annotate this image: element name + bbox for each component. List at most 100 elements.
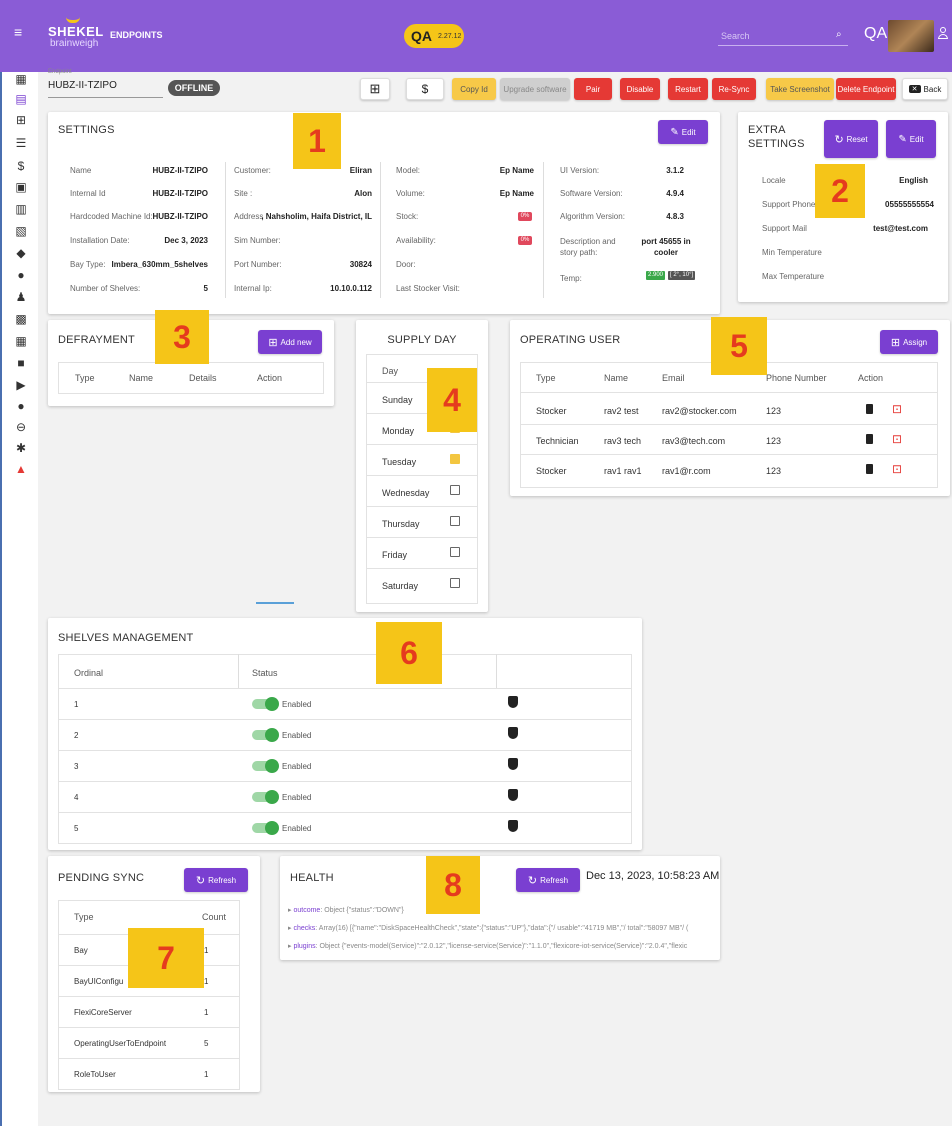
resync-button[interactable]: Re-Sync [712, 78, 756, 100]
description-value: port 45655 in cooler [641, 237, 691, 257]
menu-icon[interactable]: ≡ [14, 25, 28, 39]
disable-button[interactable]: Disable [620, 78, 660, 100]
annotation-6: 6 [376, 622, 442, 684]
model-value: Ep Name [499, 166, 534, 175]
pending-refresh-button[interactable]: ↻ Refresh [184, 868, 248, 892]
customer-value: Eliran [349, 166, 372, 175]
shelf-ordinal: 3 [74, 762, 79, 771]
add-new-button[interactable]: ⊞ Add new [258, 330, 322, 354]
dashboard-icon[interactable]: ▦ [11, 72, 31, 86]
refresh-icon: ↻ [195, 874, 206, 887]
operating-row-1-name: rav2 test [604, 406, 639, 416]
unlock-icon[interactable]: ⊡ [892, 432, 902, 446]
assign-icon: ⊞ [890, 336, 901, 349]
building-icon[interactable]: ▦ [11, 334, 31, 348]
avatar[interactable] [888, 20, 934, 52]
shield-icon[interactable] [508, 696, 518, 708]
health-card: HEALTH ↻ Refresh Dec 13, 2023, 10:58:23 A… [280, 856, 720, 960]
play-icon[interactable]: ▶ [11, 378, 31, 392]
min-temperature-label: Min Temperature [762, 248, 822, 257]
shelf-toggle[interactable] [252, 759, 279, 773]
list-icon[interactable]: ☰ [11, 136, 31, 150]
brand-logo[interactable]: SHEKEL brainweigh [48, 14, 108, 50]
pending-col-count: Count [202, 912, 227, 922]
defrayment-title: DEFRAYMENT [58, 334, 135, 346]
supply-tab-indicator [256, 602, 294, 604]
endpoint-field[interactable]: Endpoint HUBZ-II-TZIPO [48, 68, 163, 98]
shelf-toggle[interactable] [252, 728, 279, 742]
day-friday-label: Friday [382, 550, 408, 560]
back-button[interactable]: ✕ Back [902, 78, 948, 100]
shield-icon[interactable] [508, 758, 518, 770]
machine-id-label: Hardcoded Machine Id: [70, 212, 153, 221]
badge-icon[interactable]: ▩ [11, 312, 31, 326]
day-saturday-checkbox[interactable] [450, 578, 460, 588]
day-thursday-checkbox[interactable] [450, 516, 460, 526]
volume-label: Volume: [396, 189, 425, 198]
assign-button[interactable]: ⊞ Assign [880, 330, 938, 354]
shelf-ordinal: 5 [74, 824, 79, 833]
health-outcome-line[interactable]: ▸ outcome: Object {"status":"DOWN"} [288, 906, 712, 914]
bell-icon[interactable]: ▲ [11, 462, 31, 476]
brand-main: SHEKEL [48, 24, 104, 39]
upgrade-software-button[interactable]: Upgrade software [500, 78, 570, 100]
dollar-button[interactable]: $ [406, 78, 444, 100]
day-tuesday-checkbox[interactable] [450, 454, 460, 464]
gear-icon[interactable]: ✱ [11, 441, 31, 455]
shelf-toggle[interactable] [252, 821, 279, 835]
pair-button[interactable]: Pair [574, 78, 612, 100]
defrayment-col-type: Type [75, 373, 95, 383]
endpoints-icon[interactable]: ▤ [11, 92, 31, 106]
health-checks-line[interactable]: ▸ checks: Array(16) [{"name":"DiskSpaceH… [288, 924, 712, 932]
shelf-toggle[interactable] [252, 790, 279, 804]
shelf-status: Enabled [282, 824, 312, 833]
defrayment-table: Type Name Details Action [58, 362, 324, 394]
grid-view-button[interactable]: ⊞ [360, 78, 390, 100]
receipt-icon[interactable]: ▣ [11, 180, 31, 194]
health-checks-key: checks [293, 925, 316, 932]
truck-icon[interactable]: ■ [11, 356, 31, 370]
refresh-icon: ↻ [527, 874, 538, 887]
users-icon[interactable]: ♟ [11, 290, 31, 304]
support-phone-label: Support Phone [762, 200, 816, 209]
link-icon[interactable]: ⊖ [11, 420, 31, 434]
trash-icon[interactable] [866, 464, 873, 474]
last-stocker-visit-label: Last Stocker Visit: [396, 284, 460, 293]
unlock-icon[interactable]: ⊡ [892, 462, 902, 476]
dollar-icon[interactable]: $ [11, 159, 31, 173]
location-icon[interactable]: ● [11, 268, 31, 282]
pending-row-type: Bay [74, 946, 88, 955]
settings-card: SETTINGS ✎ Edit Name HUBZ-II-TZIPO Intern… [48, 112, 720, 314]
trash-icon[interactable] [866, 404, 873, 414]
search-input[interactable]: Search ⌕ [718, 28, 848, 46]
temp-value-badge: 2.900 [646, 271, 666, 280]
grid-icon[interactable]: ⊞ [11, 113, 31, 127]
bar-chart-icon[interactable]: ▥ [11, 202, 31, 216]
health-refresh-button[interactable]: ↻ Refresh [516, 868, 580, 892]
shield-icon[interactable] [508, 727, 518, 739]
health-plugins-line[interactable]: ▸ plugins: Object {"events-model(Service… [288, 942, 712, 950]
shield-icon[interactable] [508, 820, 518, 832]
shelf-toggle[interactable] [252, 697, 279, 711]
inventory-icon[interactable]: ▧ [11, 224, 31, 238]
unlock-icon[interactable]: ⊡ [892, 402, 902, 416]
day-wednesday-checkbox[interactable] [450, 485, 460, 495]
reset-button[interactable]: ↻ Reset [824, 120, 878, 158]
shield-icon[interactable] [508, 789, 518, 801]
day-friday-checkbox[interactable] [450, 547, 460, 557]
extra-edit-button[interactable]: ✎ Edit [886, 120, 936, 158]
tag-icon[interactable]: ◆ [11, 246, 31, 260]
take-screenshot-button[interactable]: Take Screenshot [766, 78, 834, 100]
back-label: Back [923, 84, 942, 94]
copy-id-button[interactable]: Copy Id [452, 78, 496, 100]
account-icon[interactable] [938, 27, 948, 41]
restart-button[interactable]: Restart [668, 78, 708, 100]
settings-edit-button[interactable]: ✎ Edit [658, 120, 708, 144]
trash-icon[interactable] [866, 434, 873, 444]
info-icon[interactable]: ● [11, 399, 31, 413]
brand-smile-icon [66, 17, 80, 23]
day-header: Day [382, 366, 399, 376]
search-icon[interactable]: ⌕ [836, 29, 842, 40]
pencil-icon: ✎ [670, 126, 679, 138]
delete-endpoint-button[interactable]: Delete Endpoint [836, 78, 896, 100]
